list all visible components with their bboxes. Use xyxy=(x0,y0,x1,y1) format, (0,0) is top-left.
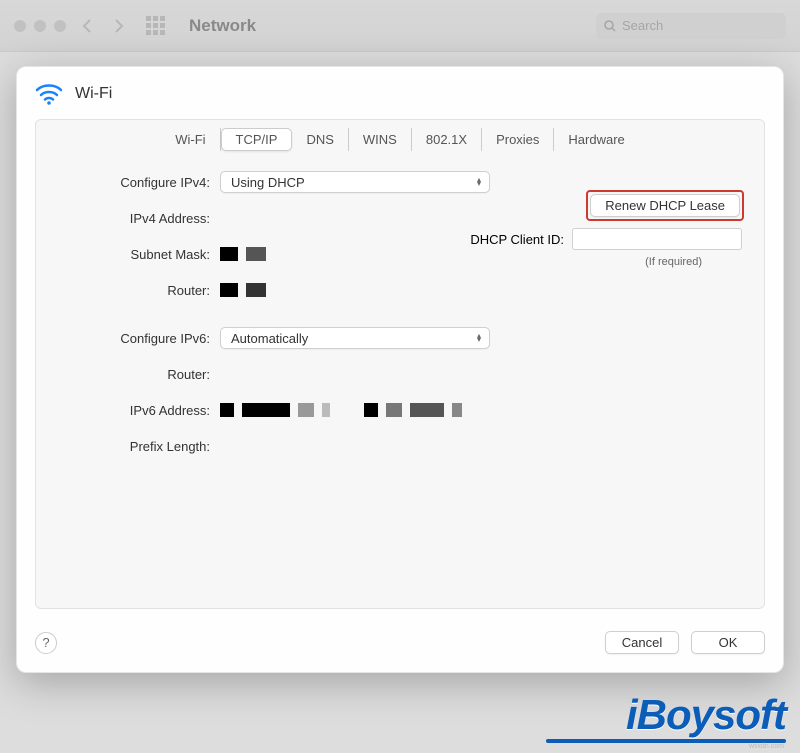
minimize-icon[interactable] xyxy=(34,20,46,32)
router-ipv6-label: Router: xyxy=(60,367,220,382)
watermark-logo: iBoysoft xyxy=(626,691,786,739)
router-ipv4-value xyxy=(220,283,266,297)
show-all-icon[interactable] xyxy=(146,16,165,35)
ipv6-address-value xyxy=(220,403,462,417)
tab-hardware[interactable]: Hardware xyxy=(554,128,638,151)
window-title: Network xyxy=(189,16,256,36)
prefix-length-label: Prefix Length: xyxy=(60,439,220,454)
tab-wifi[interactable]: Wi-Fi xyxy=(161,128,220,151)
subnet-mask-label: Subnet Mask: xyxy=(60,247,220,262)
tab-8021x[interactable]: 802.1X xyxy=(412,128,482,151)
configure-ipv4-value: Using DHCP xyxy=(231,175,305,190)
chevron-updown-icon: ▴▾ xyxy=(477,178,481,186)
traffic-lights xyxy=(14,20,66,32)
renew-dhcp-button[interactable]: Renew DHCP Lease xyxy=(590,194,740,217)
wifi-icon xyxy=(35,83,63,105)
dhcp-client-id-input[interactable] xyxy=(572,228,742,250)
tab-tcpip[interactable]: TCP/IP xyxy=(221,128,293,151)
close-icon[interactable] xyxy=(14,20,26,32)
tab-wins[interactable]: WINS xyxy=(349,128,412,151)
highlight-annotation: Renew DHCP Lease xyxy=(586,190,744,221)
ipv4-address-label: IPv4 Address: xyxy=(60,211,220,226)
window-toolbar: Network Search xyxy=(0,0,800,52)
zoom-icon[interactable] xyxy=(54,20,66,32)
configure-ipv4-label: Configure IPv4: xyxy=(60,175,220,190)
help-button[interactable]: ? xyxy=(35,632,57,654)
ok-button[interactable]: OK xyxy=(691,631,765,654)
search-input[interactable]: Search xyxy=(596,13,786,39)
search-placeholder: Search xyxy=(622,18,663,33)
configure-ipv6-value: Automatically xyxy=(231,331,308,346)
settings-tabs: Wi-FiTCP/IPDNSWINS802.1XProxiesHardware xyxy=(36,126,764,159)
cancel-button[interactable]: Cancel xyxy=(605,631,679,654)
chevron-updown-icon: ▴▾ xyxy=(477,334,481,342)
tab-dns[interactable]: DNS xyxy=(292,128,348,151)
if-required-label: (If required) xyxy=(645,256,702,268)
subnet-mask-value xyxy=(220,247,266,261)
sheet-title: Wi-Fi xyxy=(75,85,112,103)
configure-ipv6-label: Configure IPv6: xyxy=(60,331,220,346)
forward-button[interactable] xyxy=(108,15,130,37)
configure-ipv6-select[interactable]: Automatically ▴▾ xyxy=(220,327,490,349)
tab-proxies[interactable]: Proxies xyxy=(482,128,554,151)
dhcp-client-id-label: DHCP Client ID: xyxy=(470,232,564,247)
ipv6-address-label: IPv6 Address: xyxy=(60,403,220,418)
back-button[interactable] xyxy=(76,15,98,37)
tcpip-panel: Wi-FiTCP/IPDNSWINS802.1XProxiesHardware … xyxy=(35,119,765,609)
settings-sheet: Wi-Fi Wi-FiTCP/IPDNSWINS802.1XProxiesHar… xyxy=(16,66,784,673)
configure-ipv4-select[interactable]: Using DHCP ▴▾ xyxy=(220,171,490,193)
search-icon xyxy=(604,20,616,32)
router-ipv4-label: Router: xyxy=(60,283,220,298)
watermark-tiny: wsxdn.com xyxy=(749,743,784,750)
